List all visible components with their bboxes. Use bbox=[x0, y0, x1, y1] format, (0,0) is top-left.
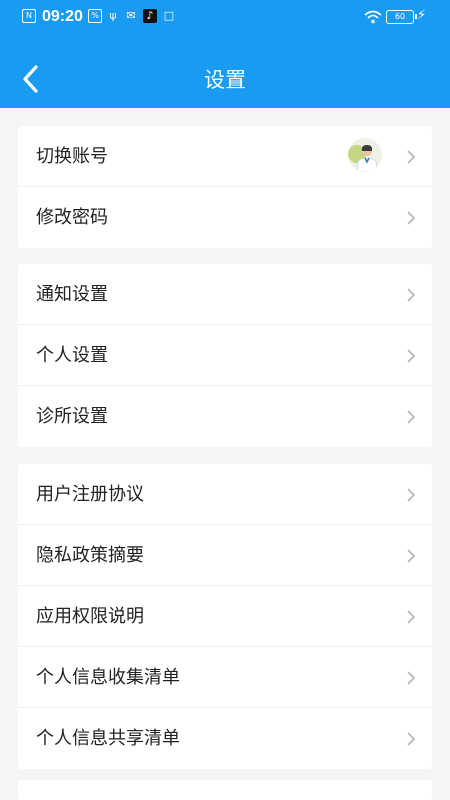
info-collection-list-label: 个人信息收集清单 bbox=[36, 667, 180, 688]
chevron-right-icon bbox=[407, 671, 416, 685]
settings-group: 通知设置 个人设置 诊所设置 bbox=[18, 264, 432, 447]
charging-icon: ⚡ bbox=[417, 8, 427, 23]
chevron-right-icon bbox=[407, 488, 416, 502]
usb-icon: ψ bbox=[109, 9, 117, 22]
chevron-right-icon bbox=[407, 150, 416, 164]
chevron-right-icon bbox=[407, 349, 416, 363]
tethering-icon: ✉ bbox=[126, 9, 136, 22]
chevron-right-icon bbox=[407, 410, 416, 424]
status-bar: N 09:20 % ψ ✉ ♪ □ 60 ⚡ bbox=[0, 0, 450, 34]
chevron-right-icon bbox=[407, 732, 416, 746]
legal-group: 用户注册协议 隐私政策摘要 应用权限说明 个人信息收集清单 个人信息共享清单 bbox=[18, 464, 432, 769]
clinic-settings-label: 诊所设置 bbox=[36, 406, 108, 427]
info-sharing-list-label: 个人信息共享清单 bbox=[36, 728, 180, 749]
personal-settings-label: 个人设置 bbox=[36, 345, 108, 366]
permissions-info-label: 应用权限说明 bbox=[36, 606, 144, 627]
privacy-summary-item[interactable]: 隐私政策摘要 bbox=[18, 525, 432, 586]
permissions-info-item[interactable]: 应用权限说明 bbox=[18, 586, 432, 647]
notification-settings-label: 通知设置 bbox=[36, 284, 108, 305]
notification-icon: N bbox=[22, 9, 36, 23]
tiktok-icon: ♪ bbox=[143, 9, 157, 23]
chevron-right-icon bbox=[407, 211, 416, 225]
notification-settings-item[interactable]: 通知设置 bbox=[18, 264, 432, 325]
chevron-right-icon bbox=[407, 610, 416, 624]
more-group bbox=[18, 780, 432, 800]
chevron-right-icon bbox=[407, 288, 416, 302]
page-title: 设置 bbox=[204, 68, 246, 92]
privacy-summary-label: 隐私政策摘要 bbox=[36, 545, 144, 566]
wifi-icon bbox=[364, 10, 382, 24]
status-time: 09:20 bbox=[42, 8, 83, 25]
personal-settings-item[interactable]: 个人设置 bbox=[18, 325, 432, 386]
app-notification-icon: % bbox=[88, 9, 102, 23]
user-agreement-label: 用户注册协议 bbox=[36, 484, 144, 505]
info-sharing-list-item[interactable]: 个人信息共享清单 bbox=[18, 708, 432, 769]
switch-account-item[interactable]: 切换账号 bbox=[18, 126, 432, 187]
user-agreement-item[interactable]: 用户注册协议 bbox=[18, 464, 432, 525]
change-password-item[interactable]: 修改密码 bbox=[18, 187, 432, 248]
clinic-settings-item[interactable]: 诊所设置 bbox=[18, 386, 432, 447]
battery-icon: 60 bbox=[386, 10, 417, 24]
info-collection-list-item[interactable]: 个人信息收集清单 bbox=[18, 647, 432, 708]
account-group: 切换账号 修改密码 bbox=[18, 126, 432, 248]
chevron-right-icon bbox=[407, 549, 416, 563]
app-icon: □ bbox=[163, 9, 175, 22]
app-header: N 09:20 % ψ ✉ ♪ □ 60 ⚡ 设置 bbox=[0, 0, 450, 108]
switch-account-label: 切换账号 bbox=[36, 146, 108, 167]
avatar bbox=[348, 138, 382, 172]
change-password-label: 修改密码 bbox=[36, 207, 108, 228]
